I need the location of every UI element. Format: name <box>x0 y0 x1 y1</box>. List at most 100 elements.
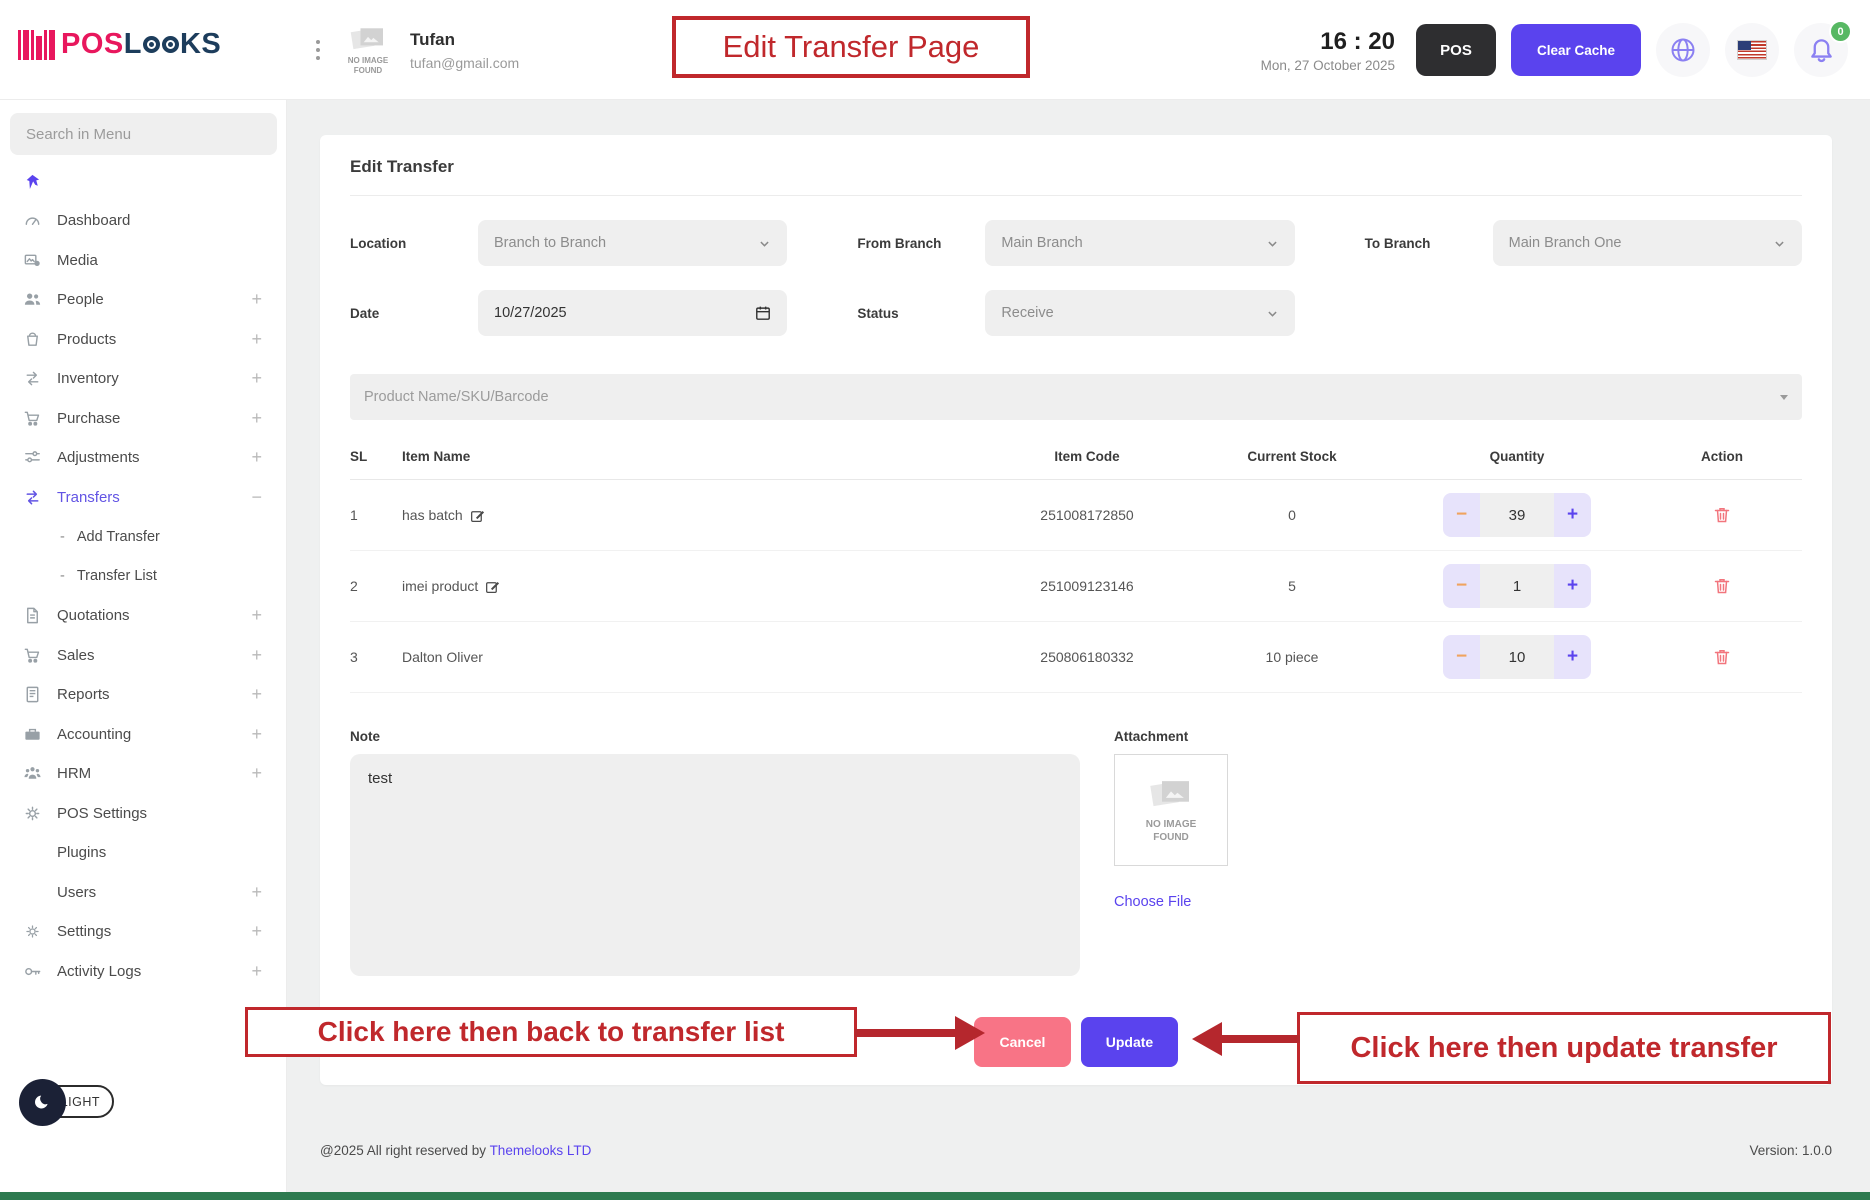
sidebar-item-hrm[interactable]: HRM+ <box>0 754 286 794</box>
sidebar-pin[interactable] <box>0 163 286 201</box>
chevron-down-icon <box>1773 237 1786 250</box>
delete-row-button[interactable] <box>1712 647 1732 667</box>
annotation-arrow-right <box>855 1029 957 1037</box>
theme-toggle[interactable]: LIGHT <box>22 1085 114 1118</box>
row-sl: 3 <box>350 649 402 665</box>
sidebar-item-products[interactable]: Products+ <box>0 320 286 360</box>
user-avatar: NO IMAGEFOUND <box>340 24 396 76</box>
locale-flag-button[interactable] <box>1725 23 1779 77</box>
quantity-stepper: − 1 + <box>1443 564 1591 608</box>
sidebar-item-inventory[interactable]: Inventory+ <box>0 359 286 399</box>
item-name: has batch <box>402 507 463 523</box>
col-item-name: Item Name <box>402 449 982 464</box>
edit-item-icon[interactable] <box>485 579 500 594</box>
status-select[interactable]: Receive <box>985 290 1294 336</box>
quantity-stepper: − 39 + <box>1443 493 1591 537</box>
sidebar-item-adjustments[interactable]: Adjustments+ <box>0 438 286 478</box>
globe-icon <box>1669 36 1697 64</box>
sidebar-item-reports[interactable]: Reports+ <box>0 675 286 715</box>
header-actions: 16 : 20 Mon, 27 October 2025 POS Clear C… <box>1261 0 1848 100</box>
annotation-cancel-hint: Click here then back to transfer list <box>245 1007 857 1057</box>
qty-plus-button[interactable]: + <box>1554 635 1591 679</box>
delete-row-button[interactable] <box>1712 505 1732 525</box>
current-stock: 0 <box>1192 507 1392 523</box>
notifications-button[interactable]: 0 <box>1794 23 1848 77</box>
sidebar-item-sales[interactable]: Sales+ <box>0 636 286 676</box>
qty-value[interactable]: 39 <box>1480 493 1554 537</box>
language-globe-button[interactable] <box>1656 23 1710 77</box>
sidebar-item-purchase[interactable]: Purchase+ <box>0 399 286 439</box>
sidebar-item-media[interactable]: Media <box>0 241 286 281</box>
chevron-down-icon <box>758 237 771 250</box>
swap-arrows-icon <box>22 369 42 388</box>
quantity-stepper: − 10 + <box>1443 635 1591 679</box>
sidebar-item-settings[interactable]: Settings+ <box>0 912 286 952</box>
sidebar-item-transfer-list[interactable]: -Transfer List <box>0 557 286 597</box>
product-search-input[interactable] <box>364 389 1780 405</box>
sidebar-item-transfers[interactable]: Transfers− <box>0 478 286 518</box>
choose-file-link[interactable]: Choose File <box>1114 894 1191 910</box>
location-select[interactable]: Branch to Branch <box>478 220 787 266</box>
sidebar-search-input[interactable] <box>10 113 277 155</box>
cart-icon <box>22 646 42 665</box>
copyright-text: @2025 All right reserved by <box>320 1143 490 1158</box>
qty-plus-button[interactable]: + <box>1554 493 1591 537</box>
group-icon <box>22 764 42 783</box>
sidebar-item-people[interactable]: People+ <box>0 280 286 320</box>
sidebar-item-accounting[interactable]: Accounting+ <box>0 715 286 755</box>
qty-value[interactable]: 10 <box>1480 635 1554 679</box>
people-icon <box>22 290 42 309</box>
annotation-arrow-left <box>1220 1035 1300 1043</box>
cancel-button[interactable]: Cancel <box>974 1017 1071 1067</box>
user-email: tufan@gmail.com <box>410 55 519 71</box>
current-stock: 5 <box>1192 578 1392 594</box>
from-branch-select[interactable]: Main Branch <box>985 220 1294 266</box>
table-row: 3 Dalton Oliver 250806180332 10 piece − … <box>350 622 1802 693</box>
qty-minus-button[interactable]: − <box>1443 564 1480 608</box>
update-button[interactable]: Update <box>1081 1017 1178 1067</box>
logo-l: L <box>124 28 142 61</box>
app-root: POSLKS NO IMAGEFOUND Tufan tufan@gmail.c… <box>0 0 1870 1200</box>
sidebar-item-quotations[interactable]: Quotations+ <box>0 596 286 636</box>
date: Mon, 27 October 2025 <box>1261 58 1395 73</box>
attachment-preview: NO IMAGEFOUND <box>1114 754 1228 866</box>
sidebar-item-pos-settings[interactable]: POS Settings <box>0 794 286 834</box>
delete-row-button[interactable] <box>1712 576 1732 596</box>
footer: @2025 All right reserved by Themelooks L… <box>320 1128 1832 1172</box>
qty-plus-button[interactable]: + <box>1554 564 1591 608</box>
item-name: imei product <box>402 578 478 594</box>
to-branch-label: To Branch <box>1365 236 1493 251</box>
trash-icon <box>1712 647 1732 667</box>
qty-minus-button[interactable]: − <box>1443 635 1480 679</box>
qty-value[interactable]: 1 <box>1480 564 1554 608</box>
sidebar-item-dashboard[interactable]: Dashboard <box>0 201 286 241</box>
kebab-menu-icon[interactable] <box>310 34 326 66</box>
logo-o-ring <box>143 36 160 53</box>
date-input[interactable]: 10/27/2025 <box>478 290 787 336</box>
clock: 16 : 20 Mon, 27 October 2025 <box>1261 28 1395 73</box>
company-link[interactable]: Themelooks LTD <box>490 1143 592 1158</box>
item-code: 251009123146 <box>982 578 1192 594</box>
from-branch-label: From Branch <box>857 236 985 251</box>
item-code: 251008172850 <box>982 507 1192 523</box>
clear-cache-button[interactable]: Clear Cache <box>1511 24 1641 76</box>
sidebar-item-users[interactable]: Users+ <box>0 873 286 913</box>
annotation-page-title: Edit Transfer Page <box>672 16 1030 78</box>
sidebar-item-activity-logs[interactable]: Activity Logs+ <box>0 952 286 992</box>
briefcase-icon <box>22 725 42 744</box>
items-table-header: SL Item Name Item Code Current Stock Qua… <box>350 434 1802 480</box>
edit-item-icon[interactable] <box>470 508 485 523</box>
sidebar-item-plugins[interactable]: Plugins <box>0 833 286 873</box>
to-branch-select[interactable]: Main Branch One <box>1493 220 1802 266</box>
key-icon <box>22 962 42 981</box>
col-item-code: Item Code <box>982 449 1192 464</box>
sidebar-item-add-transfer[interactable]: -Add Transfer <box>0 517 286 557</box>
logo-text: POSLKS <box>61 28 221 61</box>
col-current-stock: Current Stock <box>1192 449 1392 464</box>
qty-minus-button[interactable]: − <box>1443 493 1480 537</box>
note-textarea[interactable]: test <box>350 754 1080 976</box>
pos-button[interactable]: POS <box>1416 24 1496 76</box>
col-action: Action <box>1642 449 1802 464</box>
product-search[interactable] <box>350 374 1802 420</box>
notification-badge: 0 <box>1829 20 1852 43</box>
